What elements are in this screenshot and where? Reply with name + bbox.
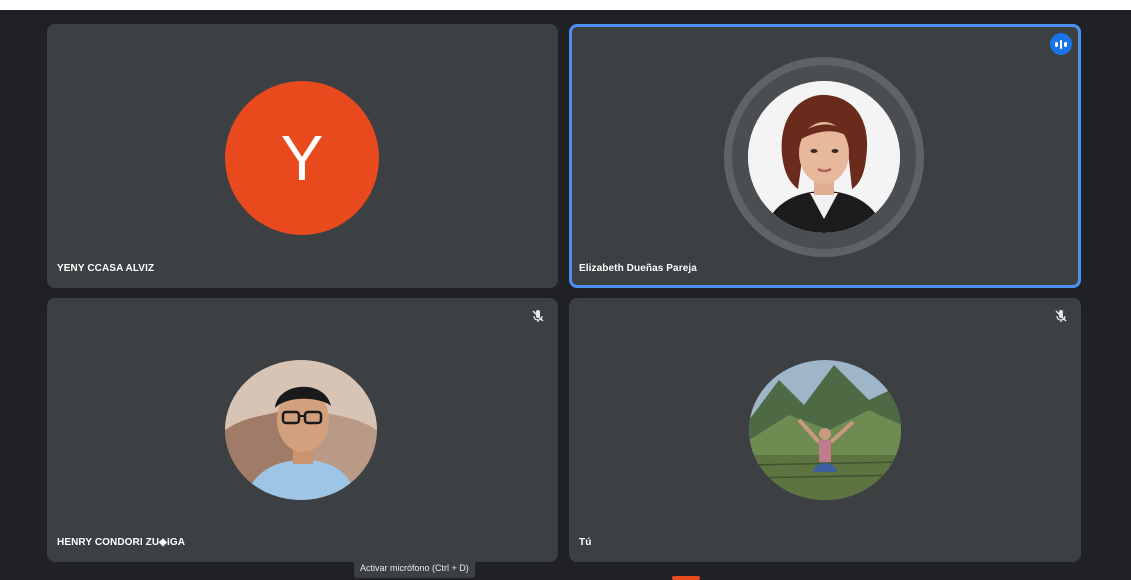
participant-name: Elizabeth Dueñas Pareja <box>579 263 697 274</box>
participant-tile-yeny[interactable]: Y YENY CCASA ALVIZ <box>47 24 558 288</box>
mic-off-icon <box>1055 310 1067 322</box>
portrait-young-man-glasses-photo <box>225 360 377 500</box>
audio-level-icon <box>1050 33 1072 55</box>
participant-tile-henry[interactable]: HENRY CONDORI ZU◆IGA <box>47 298 558 562</box>
mic-off-icon <box>532 310 544 322</box>
control-bar-hint <box>672 576 700 580</box>
person-arms-raised-mountains-photo <box>749 360 901 500</box>
participant-name: HENRY CONDORI ZU◆IGA <box>57 537 186 548</box>
participant-name: Tú <box>579 537 592 548</box>
participant-tile-self[interactable]: Tú <box>569 298 1081 562</box>
portrait-woman-photo <box>748 81 900 233</box>
participant-tile-elizabeth[interactable]: Elizabeth Dueñas Pareja <box>569 24 1081 288</box>
top-edge <box>0 0 1131 10</box>
mountain-landscape-illustration <box>749 360 901 500</box>
speaking-ring <box>724 57 924 257</box>
initial-avatar: Y <box>225 81 379 235</box>
participant-name: YENY CCASA ALVIZ <box>57 263 155 274</box>
mic-tooltip: Activar micrófono (Ctrl + D) <box>354 558 475 578</box>
portrait-woman-illustration <box>748 81 900 233</box>
portrait-young-man-illustration <box>225 360 377 500</box>
